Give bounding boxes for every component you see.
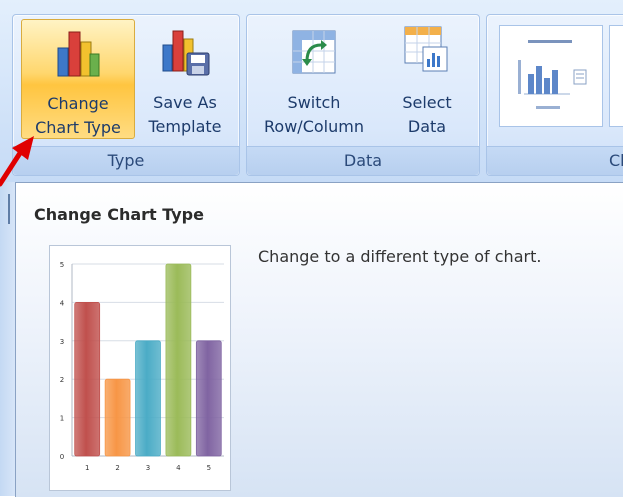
switch-row-column-label-1: Switch xyxy=(287,93,341,112)
switch-row-column-label-2: Row/Column xyxy=(264,117,364,136)
select-data-icon xyxy=(404,26,448,72)
preview-column-chart: 0 1 2 3 4 5 1 2 3 4 5 xyxy=(60,261,224,472)
tooltip-title: Change Chart Type xyxy=(34,205,204,224)
y-tick-label: 1 xyxy=(60,415,64,423)
bar-5 xyxy=(195,340,222,457)
x-tick-label: 1 xyxy=(85,464,89,472)
bar-4 xyxy=(165,263,192,457)
ribbon-group-label-data: Data xyxy=(247,146,479,175)
y-tick-label: 0 xyxy=(60,453,64,461)
y-tick-label: 5 xyxy=(60,261,64,269)
change-chart-type-button[interactable]: Change Chart Type xyxy=(21,19,135,139)
select-data-label-1: Select xyxy=(402,93,452,112)
ribbon-group-chart-layouts: Ch xyxy=(486,14,623,176)
select-data-label-2: Data xyxy=(407,117,447,136)
bar-3 xyxy=(135,340,161,457)
column-chart-icon xyxy=(57,31,100,77)
y-tick-label: 2 xyxy=(60,376,64,384)
save-as-template-label-1: Save As xyxy=(153,93,217,112)
ribbon-group-data: Switch Row/Column Select Data Data xyxy=(246,14,480,176)
x-tick-label: 4 xyxy=(176,464,181,472)
tooltip-description: Change to a different type of chart. xyxy=(258,247,542,266)
change-chart-type-label-1: Change xyxy=(47,94,109,113)
save-as-template-label-2: Template xyxy=(148,117,222,136)
ribbon-group-label-type: Type xyxy=(13,146,239,175)
x-tick-label: 5 xyxy=(207,464,211,472)
x-tick-label: 3 xyxy=(146,464,150,472)
tooltip-preview-image: 0 1 2 3 4 5 1 2 3 4 5 xyxy=(49,245,231,491)
ribbon-group-label-chart-layouts: Ch xyxy=(487,146,623,175)
left-edge-marker xyxy=(8,194,10,224)
bar-2 xyxy=(104,378,131,457)
y-tick-label: 3 xyxy=(60,338,64,346)
left-edge-strip xyxy=(0,182,15,496)
red-pointer-arrow-icon xyxy=(0,136,34,187)
chart-layout-thumbnail-icon xyxy=(518,40,587,109)
select-data-button[interactable]: Select Data xyxy=(381,19,473,137)
bar-1 xyxy=(74,302,101,457)
chart-layout-gallery-item[interactable] xyxy=(499,25,603,127)
chart-tools-ribbon: Change Chart Type Save As Template Type xyxy=(0,0,623,182)
chart-layout-gallery-item-2[interactable] xyxy=(609,25,623,127)
ribbon-group-type: Change Chart Type Save As Template Type xyxy=(12,14,240,176)
save-as-template-button[interactable]: Save As Template xyxy=(135,19,235,137)
x-tick-label: 2 xyxy=(115,464,119,472)
switch-row-column-icon xyxy=(292,30,336,74)
chart-save-icon xyxy=(162,30,210,76)
switch-row-column-button[interactable]: Switch Row/Column xyxy=(251,19,377,137)
change-chart-type-label-2: Chart Type xyxy=(35,118,121,137)
y-tick-label: 4 xyxy=(60,299,65,307)
super-tooltip: Change Chart Type Change to a different … xyxy=(15,182,623,497)
